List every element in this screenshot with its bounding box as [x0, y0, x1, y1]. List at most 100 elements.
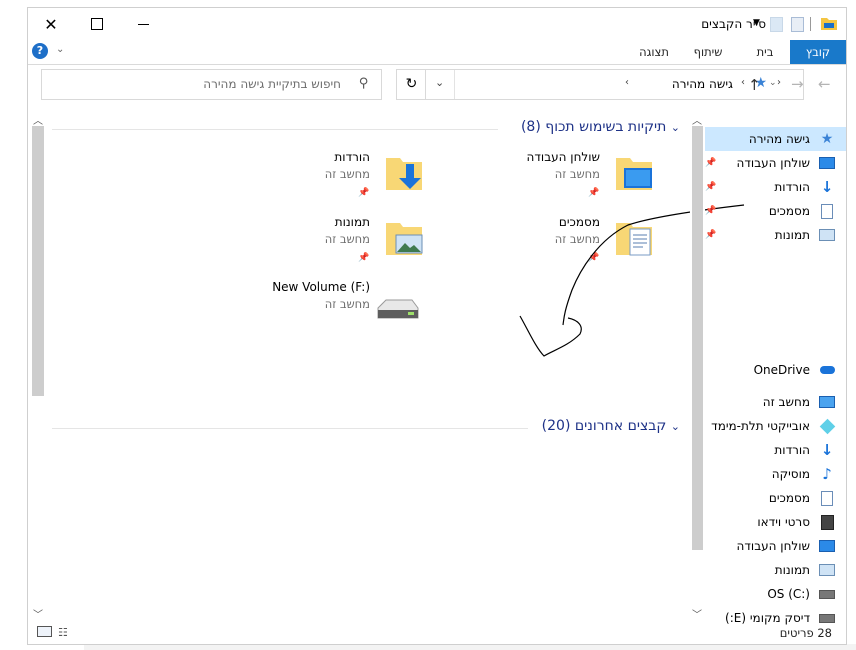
- scroll-up-icon[interactable]: ︿: [692, 112, 702, 127]
- nav-pc-3d-objects-label: אובייקטי תלת-מימד: [711, 419, 810, 433]
- nav-pc-drive-c[interactable]: OS (C:): [705, 582, 846, 606]
- background-taskbar-strip: [84, 644, 856, 650]
- qat-divider: [810, 17, 811, 31]
- pin-icon: 📌: [358, 188, 370, 198]
- list-view-icon[interactable]: ☷: [58, 626, 68, 639]
- scroll-down-icon[interactable]: ﹀: [692, 606, 702, 621]
- pin-icon: 📌: [588, 188, 600, 198]
- pin-icon: 📌: [358, 253, 370, 263]
- nav-pc-desktop-label: שולחן העבודה: [736, 539, 810, 553]
- nav-pc-music[interactable]: ♪ מוסיקה: [705, 462, 846, 486]
- qat-new-folder-icon[interactable]: [770, 17, 783, 32]
- nav-pc-videos[interactable]: סרטי וידאו: [705, 510, 846, 534]
- nav-this-pc-label: מחשב זה: [762, 395, 810, 409]
- breadcrumb-chevron-icon: ‹: [625, 77, 629, 88]
- tile-desktop-sub: מחשב זה: [554, 167, 600, 181]
- nav-pc-documents-label: מסמכים: [768, 491, 810, 505]
- nav-quick-pictures-label: תמונות: [774, 228, 810, 242]
- nav-scrollbar[interactable]: ︿ ﹀: [690, 110, 705, 622]
- music-note-icon: ♪: [822, 465, 832, 483]
- tile-desktop-name: שולחן העבודה: [526, 150, 600, 164]
- pin-icon: 📌: [705, 182, 717, 192]
- nav-quick-pictures[interactable]: תמונות 📌: [705, 223, 846, 247]
- forward-button[interactable]: →: [791, 75, 804, 93]
- scroll-up-icon[interactable]: ︿: [33, 112, 43, 127]
- nav-quick-desktop[interactable]: שולחן העבודה 📌: [705, 151, 846, 175]
- picture-icon: [818, 226, 836, 244]
- nav-quick-access-label: גישה מהירה: [748, 132, 810, 146]
- nav-quick-access[interactable]: ★ גישה מהירה: [705, 127, 846, 151]
- nav-onedrive[interactable]: OneDrive: [705, 358, 846, 382]
- address-dropdown-icon[interactable]: ⌄: [435, 76, 444, 89]
- background-window-strip: [0, 0, 856, 8]
- pin-icon: 📌: [705, 158, 717, 168]
- breadcrumb-chevron-icon: ›: [777, 77, 781, 88]
- ribbon-expand-icon[interactable]: ⌄: [56, 44, 64, 55]
- document-icon: [818, 489, 836, 507]
- qat-dropdown-icon[interactable]: ▼: [753, 18, 760, 28]
- group-divider: [52, 428, 528, 429]
- tile-pictures[interactable]: תמונות מחשב זה 📌: [258, 215, 428, 271]
- back-button[interactable]: ←: [818, 75, 831, 93]
- computer-icon: [818, 393, 836, 411]
- group-header-recent[interactable]: ⌄ קבצים אחרונים (20): [542, 418, 680, 434]
- close-button[interactable]: ✕: [28, 8, 74, 40]
- tile-downloads[interactable]: הורדות מחשב זה 📌: [258, 150, 428, 206]
- maximize-icon: [91, 18, 103, 30]
- tile-desktop[interactable]: שולחן העבודה מחשב זה 📌: [488, 150, 658, 206]
- cloud-icon: [818, 361, 836, 379]
- tile-new-volume[interactable]: New Volume (F:) מחשב זה: [258, 280, 428, 336]
- maximize-button[interactable]: [74, 8, 120, 40]
- nav-quick-downloads-label: הורדות: [774, 180, 810, 194]
- breadcrumb-quick-access[interactable]: גישה מהירה: [672, 77, 733, 91]
- nav-this-pc[interactable]: מחשב זה: [705, 390, 846, 414]
- nav-pc-3d-objects[interactable]: אובייקטי תלת-מימד: [705, 414, 846, 438]
- tab-share[interactable]: שיתוף: [685, 40, 731, 64]
- download-arrow-icon: ↓: [820, 178, 834, 196]
- nav-quick-downloads[interactable]: ↓ הורדות 📌: [705, 175, 846, 199]
- refresh-icon: ↻: [405, 76, 418, 92]
- group-recent-title: קבצים אחרונים (20): [541, 418, 667, 434]
- drive-icon: [376, 298, 420, 325]
- nav-pc-desktop[interactable]: שולחן העבודה: [705, 534, 846, 558]
- scroll-thumb[interactable]: [32, 126, 44, 396]
- nav-pc-pictures[interactable]: תמונות: [705, 558, 846, 582]
- details-view-icon[interactable]: [37, 626, 52, 637]
- scroll-down-icon[interactable]: ﹀: [33, 606, 43, 621]
- nav-pc-documents[interactable]: מסמכים: [705, 486, 846, 510]
- cube-icon: [818, 417, 836, 435]
- nav-onedrive-label: OneDrive: [753, 363, 810, 377]
- minimize-button[interactable]: [120, 8, 166, 40]
- search-box[interactable]: ⚲ חיפוש בתיקיית גישה מהירה: [41, 69, 382, 100]
- tile-pictures-name: תמונות: [334, 215, 370, 229]
- search-input-placeholder: חיפוש בתיקיית גישה מהירה: [203, 77, 341, 91]
- close-icon: ✕: [44, 14, 58, 34]
- tile-new-volume-sub: מחשב זה: [324, 297, 370, 311]
- minimize-icon: [137, 23, 149, 25]
- scroll-thumb[interactable]: [692, 126, 703, 550]
- nav-quick-documents[interactable]: מסמכים 📌: [705, 199, 846, 223]
- recent-locations-icon[interactable]: ⌄: [769, 78, 777, 88]
- folder-app-icon: [821, 16, 837, 30]
- qat-properties-icon[interactable]: [791, 17, 804, 32]
- content-scrollbar[interactable]: ︿ ﹀: [30, 110, 45, 622]
- group-collapse-icon: ⌄: [670, 121, 680, 134]
- pin-icon: 📌: [705, 206, 717, 216]
- help-icon[interactable]: ?: [32, 43, 48, 59]
- address-row: ⚲ חיפוש בתיקיית גישה מהירה ↻ ⌄ ‹ גישה מה…: [28, 66, 846, 106]
- file-explorer-window: ✕ סייר הקבצים ▼ ? ⌄ תצוגה שיתוף בית קובץ…: [28, 8, 846, 644]
- tab-home[interactable]: בית: [740, 40, 790, 64]
- refresh-button[interactable]: ↻: [396, 69, 427, 100]
- document-icon: [818, 202, 836, 220]
- tab-file[interactable]: קובץ: [790, 40, 846, 64]
- nav-quick-documents-label: מסמכים: [768, 204, 810, 218]
- address-divider: [454, 70, 455, 99]
- status-bar: ☷ 28 פריטים: [28, 622, 846, 644]
- pictures-folder-icon: [384, 219, 424, 262]
- tab-view[interactable]: תצוגה: [631, 40, 677, 64]
- download-arrow-icon: ↓: [820, 441, 834, 459]
- group-header-frequent[interactable]: ⌄ תיקיות בשימוש תכוף (8): [521, 119, 680, 135]
- nav-pc-downloads[interactable]: ↓ הורדות: [705, 438, 846, 462]
- up-button[interactable]: ↑: [748, 76, 761, 94]
- nav-pc-videos-label: סרטי וידאו: [757, 515, 810, 529]
